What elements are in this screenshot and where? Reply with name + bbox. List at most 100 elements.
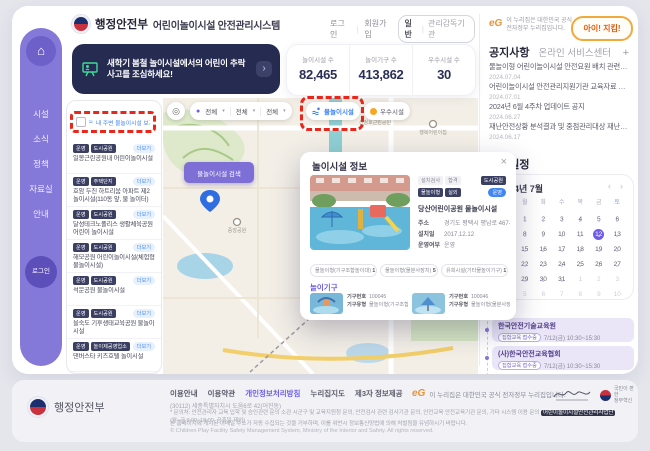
calendar-day[interactable]: 6 [534,283,553,298]
calendar-day[interactable]: 31 [553,268,572,283]
filter-type[interactable]: 전체 [266,106,278,116]
footer-link-sitemap[interactable]: 누리집지도 [310,388,345,399]
calendar-day[interactable]: 1 [516,208,535,223]
calendar-day[interactable]: 27 [608,253,627,268]
calendar-day[interactable]: 10 [553,223,572,238]
user-type-admin[interactable]: 관리감독기관 [428,18,468,40]
sidebar-item-facility[interactable]: 시설 [20,108,62,120]
sidebar-item-guide[interactable]: 안내 [20,208,62,220]
calendar-day[interactable]: 19 [590,238,609,253]
notice-item[interactable]: 재난안전상황 분석결과 및 중점관리대상 재난안전사고 알림(2.. 2024.… [489,122,629,141]
calendar-day[interactable]: 17 [553,238,572,253]
calendar-day[interactable]: 1 [571,268,590,283]
calendar-day[interactable]: 3 [553,208,572,223]
type-pill[interactable]: 물놀이형(기구조합놀이대) 1 [310,264,377,277]
nearby-checkbox[interactable] [76,117,86,127]
home-button[interactable]: ⌂ [26,36,56,66]
excellent-facility-button[interactable]: 우수시설 [364,102,410,120]
schedule-item[interactable]: (사)한국안전교육협회 집합교육 접수중 7/12(금) 10:30~15:30 [492,346,634,370]
login-link[interactable]: 로그인 [330,18,350,40]
calendar-day[interactable]: 15 [516,238,535,253]
user-type-switch[interactable]: 일반 | 관리감독기관 [398,15,475,43]
sidebar-login-button[interactable]: 로그인 [25,256,57,288]
map-label: 중앙공원 [228,227,247,234]
more-button[interactable]: 더보기 [133,210,155,219]
tab-service[interactable]: 온라인 서비스센터 [538,45,611,59]
calendar-day[interactable]: 3 [608,268,627,283]
calendar-day[interactable]: 9 [590,283,609,298]
more-button[interactable]: 더보기 [133,309,155,318]
notice-item[interactable]: 물놀이형 어린이놀이시설 안전요원 배치 관련 안내 2024.07.04 [489,62,629,81]
sidebar-item-news[interactable]: 소식 [20,133,62,145]
type-pill[interactable]: 물놀이형(물분사장치) 5 [380,264,438,277]
schedule-badge: 집합교육 접수중 [498,361,541,370]
filter-status[interactable]: 전체 [236,106,248,116]
calendar-day[interactable]: 20 [608,238,627,253]
calendar-day[interactable]: 24 [553,253,572,268]
notice-date: 2024.06.17 [489,134,629,141]
list-item[interactable]: 운영 놀이제공영업소 더보기 댄버스타 키즈호텔 놀이시설 [67,339,161,372]
more-button[interactable]: 더보기 [133,243,155,252]
sidebar-item-archive[interactable]: 자료실 [20,183,62,195]
calendar-day[interactable]: 8 [571,283,590,298]
more-button[interactable]: 더보기 [133,276,155,285]
calendar-day[interactable]: 5 [590,208,609,223]
calendar-day[interactable]: 10 [608,283,627,298]
type-pill[interactable]: 유희시설(기타물놀이기구) 1 [441,264,508,277]
footer-link-thirdparty[interactable]: 제3자 정보제공 [355,388,403,399]
calendar-day[interactable]: 30 [534,268,553,283]
list-item[interactable]: 운영 도시공원 더보기 달성테크노폴리스 생활체육공원 어린이 놀이시설 [67,207,161,240]
calendar-day[interactable]: 2 [590,268,609,283]
field-label: 운영여부 [418,240,444,249]
map-tooltip[interactable]: 물놀이시설 검색 [184,162,254,183]
user-type-general[interactable]: 일반 [405,18,418,40]
list-item[interactable]: 운영 도시공원 더보기 일봉근린공원내 어린이놀이시설 [67,141,161,174]
more-button[interactable]: 더보기 [133,177,155,186]
calendar-day[interactable]: 4 [571,208,590,223]
calendar-day[interactable]: 12 [590,223,609,238]
calendar-day[interactable]: 2 [534,208,553,223]
calendar-day[interactable]: 26 [590,253,609,268]
footer-link-terms[interactable]: 이용약관 [208,388,236,399]
calendar-day[interactable]: 25 [571,253,590,268]
calendar-day[interactable]: 18 [571,238,590,253]
calendar-day[interactable]: 9 [534,223,553,238]
notice-item[interactable]: 2024년 6월 4주차 업데이트 공지 2024.06.27 [489,102,629,121]
mascot-badge[interactable]: 아이! 지킴! [571,16,633,41]
equipment-type-pills: 물놀이형(기구조합놀이대) 1 물놀이형(물분사장치) 5 유희시설(기타물놀이… [310,264,508,277]
calendar-prev-button[interactable]: ‹ [608,181,611,191]
nearby-checkbox-label[interactable]: 내 주변 물놀이시설 보기 [96,118,150,127]
alert-banner[interactable]: 새학기 봄철 놀이시설에서의 어린이 추락사고를 조심하세요! › [72,44,280,94]
calendar-next-button[interactable]: › [620,181,623,191]
signup-link[interactable]: 회원가입 [364,18,391,40]
footer-link-privacy[interactable]: 개인정보처리방침 [245,388,300,399]
calendar-day[interactable]: 13 [608,223,627,238]
schedule-item[interactable]: 한국안전기술교육원 집합교육 접수중 7/12(금) 10:30~15:30 [492,318,634,342]
list-item[interactable]: 운영 도시공원 더보기 을숙도 기후생태교육공원 물놀이시설 [67,306,161,339]
calendar-day[interactable]: 7 [553,283,572,298]
list-item[interactable]: 운영 도시공원 더보기 석문공원 물놀이시설 [67,273,161,306]
list-item[interactable]: 운영 주택단지 더보기 호암 두진 하트리움 아파트 제2놀이시설(110동 앞… [67,174,161,207]
calendar-day[interactable]: 16 [534,238,553,253]
map-filter-bar[interactable]: ● 전체 ▾ 전체 ▾ 전체 ▾ [190,102,292,120]
more-button[interactable]: 더보기 [133,342,155,351]
notice-item[interactable]: 어린이놀이시설 안전관리지원기관 교육자료 자체 점검결과 외.. 2024.0… [489,82,629,101]
tab-notice[interactable]: 공지사항 [489,44,529,60]
notice-more-button[interactable]: + [623,47,629,59]
calendar-day[interactable]: 6 [608,208,627,223]
banner-next-button[interactable]: › [256,61,272,77]
calendar-day[interactable]: 5 [516,283,535,298]
header-logo[interactable]: 행정안전부 어린이놀이시설 안전관리시스템 [72,15,280,33]
close-icon[interactable]: × [501,156,507,168]
calendar-day[interactable]: 11 [571,223,590,238]
sidebar-item-policy[interactable]: 정책 [20,158,62,170]
calendar-day[interactable]: 22 [516,253,535,268]
list-item[interactable]: 운영 도시공원 더보기 해모공원 어린이놀이시설(체험형물놀이시설) [67,240,161,273]
locate-me-button[interactable]: ◎ [167,102,185,120]
more-button[interactable]: 더보기 [133,144,155,153]
calendar-day[interactable]: 29 [516,268,535,283]
calendar-day[interactable]: 23 [534,253,553,268]
footer-link-guide[interactable]: 이용안내 [170,388,198,399]
calendar-day[interactable]: 8 [516,223,535,238]
filter-region[interactable]: 전체 [205,106,217,116]
